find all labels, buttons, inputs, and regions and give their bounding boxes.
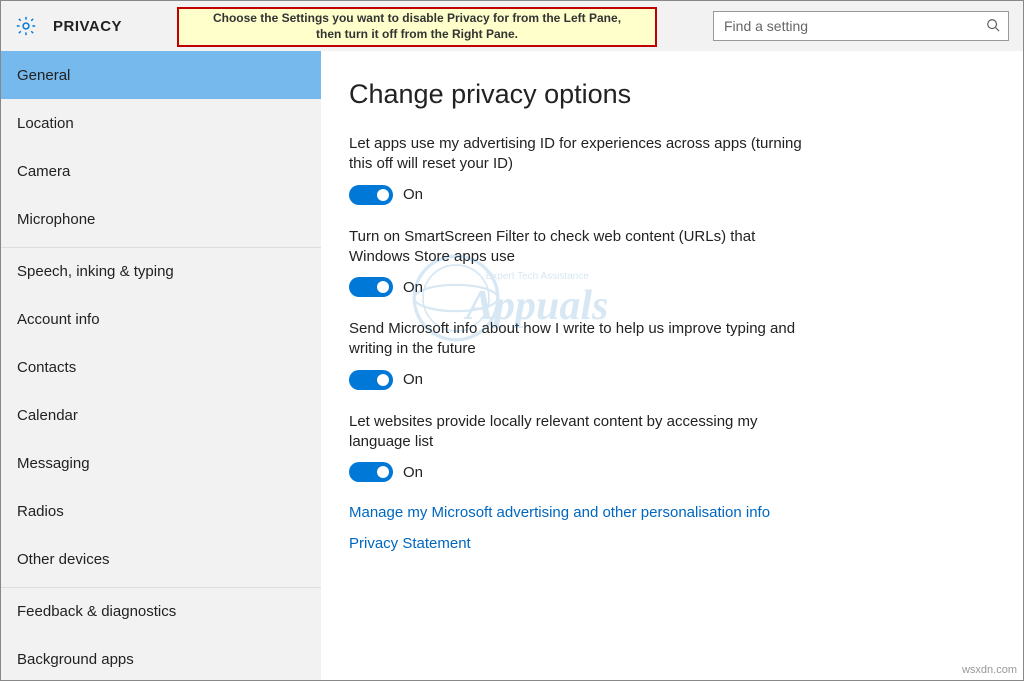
gear-icon xyxy=(15,15,37,37)
footer-watermark: wsxdn.com xyxy=(962,664,1017,676)
setting-description: Let apps use my advertising ID for exper… xyxy=(349,134,809,175)
header-title: PRIVACY xyxy=(53,18,122,35)
setting-block: Let apps use my advertising ID for exper… xyxy=(349,134,809,205)
sidebar-item-label: Account info xyxy=(17,311,100,328)
sidebar-item-calendar[interactable]: Calendar xyxy=(1,391,321,439)
sidebar-item-feedback-diagnostics[interactable]: Feedback & diagnostics xyxy=(1,587,321,635)
sidebar-item-label: Background apps xyxy=(17,651,134,668)
sidebar-item-label: Contacts xyxy=(17,359,76,376)
sidebar-item-label: Feedback & diagnostics xyxy=(17,603,176,620)
instruction-callout: Choose the Settings you want to disable … xyxy=(177,7,657,47)
sidebar-item-radios[interactable]: Radios xyxy=(1,487,321,535)
toggle-switch[interactable] xyxy=(349,277,393,297)
setting-block: Send Microsoft info about how I write to… xyxy=(349,319,809,390)
toggle-switch[interactable] xyxy=(349,185,393,205)
setting-description: Let websites provide locally relevant co… xyxy=(349,412,809,453)
content-link[interactable]: Manage my Microsoft advertising and othe… xyxy=(349,504,1003,521)
setting-block: Turn on SmartScreen Filter to check web … xyxy=(349,227,809,298)
toggle-state-label: On xyxy=(403,371,423,388)
sidebar-item-label: Location xyxy=(17,115,74,132)
sidebar-item-label: General xyxy=(17,67,70,84)
sidebar-item-label: Radios xyxy=(17,503,64,520)
toggle-state-label: On xyxy=(403,186,423,203)
sidebar-item-label: Calendar xyxy=(17,407,78,424)
search-icon[interactable] xyxy=(978,18,1008,35)
sidebar-item-other-devices[interactable]: Other devices xyxy=(1,535,321,583)
sidebar-item-account-info[interactable]: Account info xyxy=(1,295,321,343)
content-link[interactable]: Privacy Statement xyxy=(349,535,1003,552)
setting-description: Send Microsoft info about how I write to… xyxy=(349,319,809,360)
sidebar-item-label: Other devices xyxy=(17,551,110,568)
toggle-switch[interactable] xyxy=(349,462,393,482)
toggle-state-label: On xyxy=(403,279,423,296)
toggle-switch[interactable] xyxy=(349,370,393,390)
sidebar-item-speech-inking-typing[interactable]: Speech, inking & typing xyxy=(1,247,321,295)
sidebar-item-location[interactable]: Location xyxy=(1,99,321,147)
sidebar: General Location Camera Microphone Speech, i… xyxy=(1,51,321,680)
sidebar-item-label: Messaging xyxy=(17,455,90,472)
toggle-row: On xyxy=(349,277,809,297)
toggle-state-label: On xyxy=(403,464,423,481)
sidebar-item-general[interactable]: General xyxy=(1,51,321,99)
sidebar-item-label: Camera xyxy=(17,163,70,180)
setting-description: Turn on SmartScreen Filter to check web … xyxy=(349,227,809,268)
sidebar-item-messaging[interactable]: Messaging xyxy=(1,439,321,487)
sidebar-item-label: Microphone xyxy=(17,211,95,228)
sidebar-item-background-apps[interactable]: Background apps xyxy=(1,635,321,680)
toggle-row: On xyxy=(349,185,809,205)
sidebar-item-microphone[interactable]: Microphone xyxy=(1,195,321,243)
sidebar-item-camera[interactable]: Camera xyxy=(1,147,321,195)
setting-block: Let websites provide locally relevant co… xyxy=(349,412,809,483)
search-box[interactable] xyxy=(713,11,1009,41)
page-heading: Change privacy options xyxy=(349,79,1003,110)
toggle-row: On xyxy=(349,370,809,390)
content-pane: Change privacy options Let apps use my a… xyxy=(321,51,1023,680)
sidebar-item-contacts[interactable]: Contacts xyxy=(1,343,321,391)
sidebar-item-label: Speech, inking & typing xyxy=(17,263,174,280)
search-input[interactable] xyxy=(714,18,978,34)
toggle-row: On xyxy=(349,462,809,482)
